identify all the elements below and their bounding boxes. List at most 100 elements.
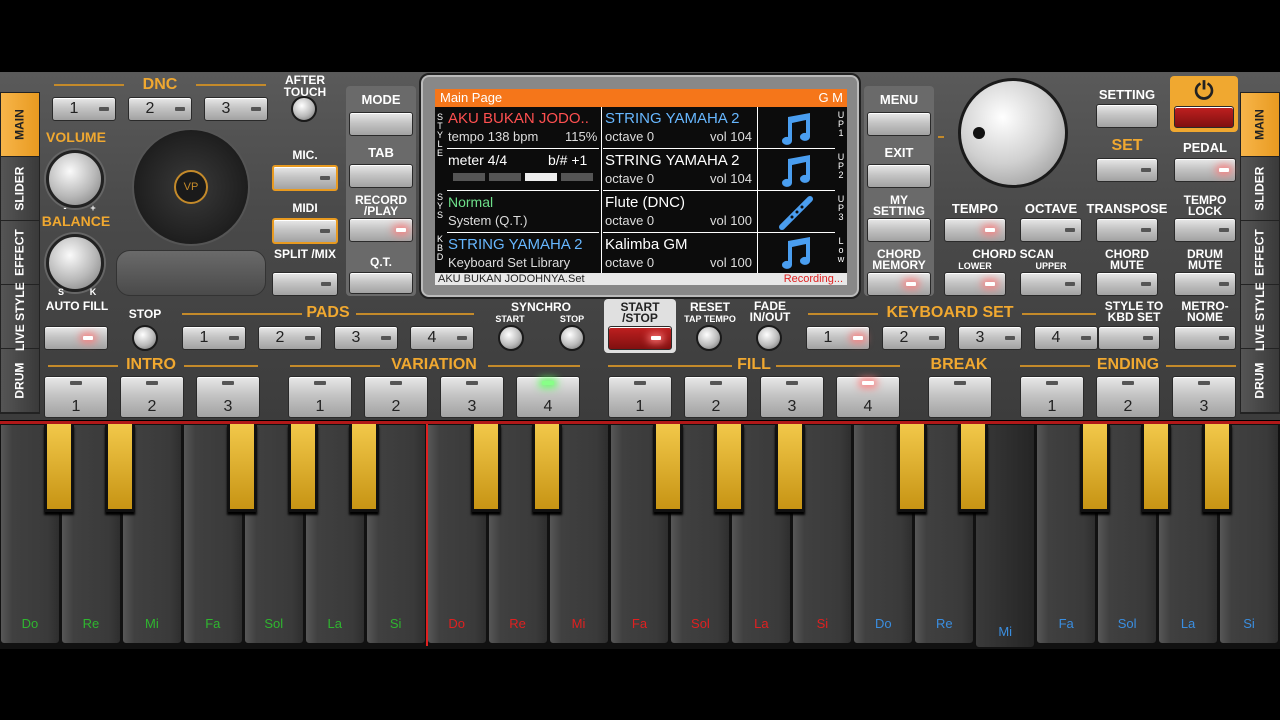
ending-button-2[interactable]: 2 bbox=[1096, 376, 1160, 418]
fill-button-3[interactable]: 3 bbox=[760, 376, 824, 418]
chord-mute-label: CHORD MUTE bbox=[1105, 247, 1149, 272]
midi-button[interactable] bbox=[272, 218, 338, 244]
kbd-set-button-1[interactable]: 1 bbox=[806, 326, 870, 350]
data-dial[interactable] bbox=[958, 78, 1068, 188]
transpose-button[interactable] bbox=[1096, 218, 1158, 242]
synchro-start-knob[interactable] bbox=[498, 325, 524, 351]
ending-button-1[interactable]: 1 bbox=[1020, 376, 1084, 418]
record-play-button[interactable] bbox=[349, 218, 413, 242]
balance-knob[interactable] bbox=[46, 234, 104, 292]
black-key[interactable] bbox=[470, 424, 501, 512]
chord-scan-lower-button[interactable] bbox=[944, 272, 1006, 296]
chord-mute-button[interactable] bbox=[1096, 272, 1158, 296]
menu-button[interactable] bbox=[867, 112, 931, 136]
exit-button[interactable] bbox=[867, 164, 931, 188]
tab-drum-left[interactable]: DRUM bbox=[1, 349, 39, 413]
power-button[interactable] bbox=[1174, 106, 1234, 128]
stop-knob[interactable] bbox=[132, 325, 158, 351]
black-key[interactable] bbox=[1080, 424, 1111, 512]
set-button[interactable] bbox=[1096, 158, 1158, 182]
tab-effect-right[interactable]: EFFECT bbox=[1241, 221, 1279, 285]
split-mix-button[interactable] bbox=[272, 272, 338, 296]
up1-voice[interactable]: STRING YAMAHA 2 bbox=[605, 111, 739, 126]
black-key[interactable] bbox=[348, 424, 379, 512]
style-to-kbd-button[interactable] bbox=[1098, 326, 1160, 350]
black-key[interactable] bbox=[1141, 424, 1172, 512]
black-key[interactable] bbox=[653, 424, 684, 512]
break-button[interactable] bbox=[928, 376, 992, 418]
black-key[interactable] bbox=[775, 424, 806, 512]
pad-button-1[interactable]: 1 bbox=[182, 326, 246, 350]
tempo-button[interactable] bbox=[944, 218, 1006, 242]
qt-button[interactable] bbox=[349, 272, 413, 294]
pedal-button[interactable] bbox=[1174, 158, 1236, 182]
black-key[interactable] bbox=[287, 424, 318, 512]
kbd-set-button-2[interactable]: 2 bbox=[882, 326, 946, 350]
tempo-lock-button[interactable] bbox=[1174, 218, 1236, 242]
dnc-button-3[interactable]: 3 bbox=[204, 97, 268, 121]
black-key[interactable] bbox=[531, 424, 562, 512]
black-key[interactable] bbox=[43, 424, 74, 512]
tab-slider-left[interactable]: SLIDER bbox=[1, 157, 39, 221]
pad-button-4[interactable]: 4 bbox=[410, 326, 474, 350]
metronome-button[interactable] bbox=[1174, 326, 1236, 350]
kbd-set-button-3[interactable]: 3 bbox=[958, 326, 1022, 350]
kbd-set-name[interactable]: STRING YAMAHA 2 bbox=[448, 237, 582, 252]
low-voice[interactable]: Kalimba GM bbox=[605, 237, 688, 252]
black-key[interactable] bbox=[226, 424, 257, 512]
mode-button[interactable] bbox=[349, 112, 413, 136]
start-stop-button[interactable] bbox=[608, 326, 672, 350]
dnc-button-1[interactable]: 1 bbox=[52, 97, 116, 121]
variation-button-2[interactable]: 2 bbox=[364, 376, 428, 418]
variation-button-4[interactable]: 4 bbox=[516, 376, 580, 418]
intro-button-3[interactable]: 3 bbox=[196, 376, 260, 418]
pad-button-3[interactable]: 3 bbox=[334, 326, 398, 350]
intro-button-2[interactable]: 2 bbox=[120, 376, 184, 418]
pad-button-2[interactable]: 2 bbox=[258, 326, 322, 350]
system-name[interactable]: Normal bbox=[448, 195, 493, 209]
variation-button-1[interactable]: 1 bbox=[288, 376, 352, 418]
tab-live-style-left[interactable]: LIVE STYLE bbox=[1, 282, 39, 351]
black-key[interactable] bbox=[714, 424, 745, 512]
fill-button-1[interactable]: 1 bbox=[608, 376, 672, 418]
ending-button-3[interactable]: 3 bbox=[1172, 376, 1236, 418]
synchro-stop-knob[interactable] bbox=[559, 325, 585, 351]
chord-memory-button[interactable] bbox=[867, 272, 931, 296]
black-key[interactable] bbox=[897, 424, 928, 512]
dnc-button-2[interactable]: 2 bbox=[128, 97, 192, 121]
tab-effect-left[interactable]: EFFECT bbox=[1, 221, 39, 285]
fill-button-4[interactable]: 4 bbox=[836, 376, 900, 418]
drum-mute-button[interactable] bbox=[1174, 272, 1236, 296]
jog-wheel[interactable]: VP bbox=[132, 128, 250, 246]
mic-button[interactable] bbox=[272, 165, 338, 191]
intro-button-1[interactable]: 1 bbox=[44, 376, 108, 418]
tab-live-style-right[interactable]: LIVE STYLE bbox=[1241, 282, 1279, 351]
variation-button-3[interactable]: 3 bbox=[440, 376, 504, 418]
tab-slider-right[interactable]: SLIDER bbox=[1241, 157, 1279, 221]
volume-knob[interactable] bbox=[46, 150, 104, 208]
tab-main-left[interactable]: MAIN bbox=[1, 93, 39, 157]
black-key[interactable] bbox=[958, 424, 989, 512]
black-key[interactable] bbox=[104, 424, 135, 512]
my-setting-button[interactable] bbox=[867, 218, 931, 242]
divider bbox=[182, 313, 302, 315]
after-touch-knob[interactable] bbox=[291, 96, 317, 122]
fill-button-2[interactable]: 2 bbox=[684, 376, 748, 418]
key-label: Fa bbox=[631, 616, 648, 631]
kbd-set-button-4[interactable]: 4 bbox=[1034, 326, 1098, 350]
tab-drum-right[interactable]: DRUM bbox=[1241, 349, 1279, 413]
octave-button[interactable] bbox=[1020, 218, 1082, 242]
pitch-slider-pad[interactable] bbox=[116, 250, 266, 296]
tab-main-right[interactable]: MAIN bbox=[1241, 93, 1279, 157]
divider bbox=[1022, 313, 1096, 315]
up3-voice[interactable]: Flute (DNC) bbox=[605, 195, 685, 210]
setting-button[interactable] bbox=[1096, 104, 1158, 128]
auto-fill-button[interactable] bbox=[44, 326, 108, 350]
reset-tap-tempo-knob[interactable] bbox=[696, 325, 722, 351]
chord-scan-upper-button[interactable] bbox=[1020, 272, 1082, 296]
song-name[interactable]: AKU BUKAN JODO.. bbox=[448, 111, 589, 126]
tab-button[interactable] bbox=[349, 164, 413, 188]
black-key[interactable] bbox=[1202, 424, 1233, 512]
up2-voice[interactable]: STRING YAMAHA 2 bbox=[605, 153, 739, 168]
fade-knob[interactable] bbox=[756, 325, 782, 351]
